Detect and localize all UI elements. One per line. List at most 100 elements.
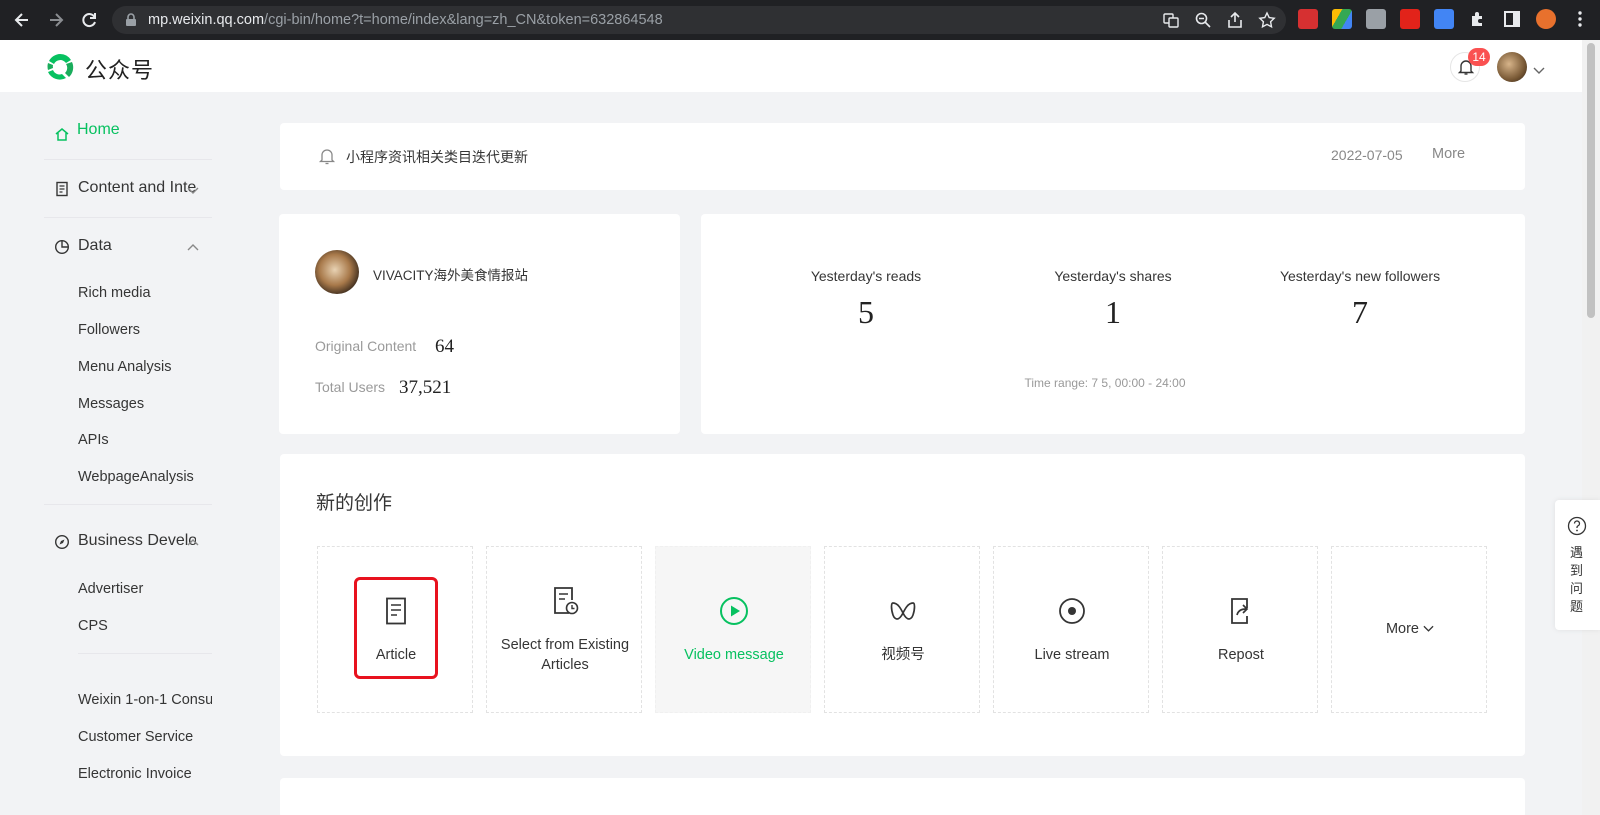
chevron-up-icon[interactable] (186, 240, 200, 254)
forward-arrow-icon[interactable] (46, 10, 66, 30)
sidebar-section-data[interactable]: Data (78, 237, 196, 255)
back-arrow-icon[interactable] (12, 10, 32, 30)
repost-tile[interactable]: Repost (1162, 546, 1318, 713)
sidebar-divider (44, 217, 212, 218)
repost-icon (1225, 595, 1257, 627)
browser-chrome: mp.weixin.qq.com/cgi-bin/home?t=home/ind… (0, 0, 1600, 40)
logo-text[interactable]: 公众号 (85, 53, 154, 85)
document-clock-icon (549, 585, 581, 617)
sidebar-divider (78, 653, 212, 654)
compass-icon (54, 534, 70, 550)
sidebar-item-menu-analysis[interactable]: Menu Analysis (78, 359, 212, 375)
chevron-down-icon[interactable] (186, 183, 200, 197)
video-message-tile[interactable]: Video message (655, 546, 811, 713)
sidebar-item-electronic-invoice[interactable]: Electronic Invoice (78, 766, 212, 782)
stat-reads-label: Yesterday's reads (810, 268, 922, 284)
time-range: Time range: 7 5, 00:00 - 24:00 (1024, 376, 1186, 390)
chevron-down-icon (1423, 625, 1434, 632)
extension-icon[interactable] (1366, 9, 1386, 29)
channels-butterfly-icon (887, 595, 919, 627)
scrollbar-thumb[interactable] (1587, 43, 1595, 318)
translate-icon[interactable] (1162, 11, 1180, 29)
profile-avatar-icon[interactable] (1536, 9, 1556, 29)
sidebar-item-rich-media[interactable]: Rich media (78, 285, 212, 301)
channels-label: 视频号 (881, 647, 925, 663)
wechat-official-logo-icon[interactable] (44, 51, 76, 83)
sidebar-item-advertiser[interactable]: Advertiser (78, 581, 212, 597)
bell-icon (318, 147, 336, 170)
sidebar-item-webpage-analysis[interactable]: WebpageAnalysis (78, 469, 212, 485)
sidebar-item-apis[interactable]: APIs (78, 432, 212, 448)
google-translate-extension-icon[interactable] (1434, 9, 1454, 29)
sidebar-item-cps[interactable]: CPS (78, 618, 212, 634)
bookmark-star-icon[interactable] (1258, 11, 1276, 29)
creation-card: 新的创作 Article Select from Existing Articl… (280, 454, 1525, 756)
share-icon[interactable] (1226, 11, 1244, 29)
article-tile[interactable]: Article (317, 546, 473, 713)
channels-tile[interactable]: 视频号 (824, 546, 980, 713)
address-bar[interactable]: mp.weixin.qq.com/cgi-bin/home?t=home/ind… (112, 6, 1286, 34)
play-circle-icon (718, 595, 750, 627)
stat-followers: Yesterday's new followers 7 (1260, 268, 1460, 331)
select-existing-articles-label: Select from Existing Articles (500, 637, 630, 673)
stat-followers-label: Yesterday's new followers (1279, 268, 1441, 284)
user-avatar[interactable] (1497, 52, 1527, 82)
stats-card: Yesterday's reads 5 Yesterday's shares 1… (701, 214, 1525, 434)
notice-date: 2022-07-05 (1331, 147, 1403, 163)
creation-title: 新的创作 (316, 493, 393, 514)
sidebar-item-home[interactable]: Home (77, 121, 120, 139)
stat-shares-label: Yesterday's shares (1054, 268, 1172, 284)
help-button[interactable]: 遇到问题 (1555, 500, 1600, 630)
sidebar-item-weixin-consultation[interactable]: Weixin 1-on-1 Consultation (78, 692, 212, 708)
help-label: 遇到问题 (1570, 545, 1584, 614)
sidebar-item-followers[interactable]: Followers (78, 322, 212, 338)
url-text: mp.weixin.qq.com/cgi-bin/home?t=home/ind… (148, 12, 663, 28)
notice-title-link[interactable]: 小程序资讯相关类目迭代更新 (346, 147, 528, 167)
notice-more-link[interactable]: More (1432, 146, 1465, 162)
account-name: VIVACITY海外美食情报站 (373, 268, 529, 283)
chevron-up-icon[interactable] (186, 535, 200, 549)
original-content-value: 64 (435, 336, 454, 357)
stat-reads-value: 5 (858, 294, 874, 330)
sidebar-divider (44, 159, 212, 160)
kebab-menu-icon[interactable] (1570, 9, 1590, 29)
chevron-down-icon[interactable] (1533, 62, 1545, 80)
side-panel-icon[interactable] (1502, 9, 1522, 29)
original-content-label: Original Content (315, 338, 417, 354)
top-header: 公众号 14 (0, 40, 1582, 92)
question-circle-icon (1567, 516, 1587, 541)
total-users-label: Total Users (315, 379, 386, 395)
stat-reads: Yesterday's reads 5 (766, 268, 966, 331)
sidebar-item-messages[interactable]: Messages (78, 396, 212, 412)
stat-followers-value: 7 (1352, 294, 1368, 330)
select-existing-articles-tile[interactable]: Select from Existing Articles (486, 546, 642, 713)
sidebar-section-business[interactable]: Business Development (78, 532, 196, 550)
home-icon (54, 126, 70, 147)
next-card (280, 778, 1525, 815)
repost-label: Repost (1218, 647, 1264, 663)
video-message-label: Video message (684, 647, 784, 663)
google-drive-extension-icon[interactable] (1332, 9, 1352, 29)
pdf-extension-icon[interactable] (1400, 9, 1420, 29)
sidebar-section-content[interactable]: Content and Interaction (78, 179, 196, 197)
account-card: VIVACITY海外美食情报站 Original Content 64 Tota… (279, 214, 680, 434)
zoom-icon[interactable] (1194, 11, 1212, 29)
stat-shares: Yesterday's shares 1 (1013, 268, 1213, 331)
reload-icon[interactable] (79, 10, 99, 30)
document-icon (54, 181, 70, 197)
pocket-extension-icon[interactable] (1298, 9, 1318, 29)
account-avatar[interactable] (315, 250, 359, 294)
more-options-label: More (1332, 621, 1488, 637)
sidebar-divider (44, 504, 212, 505)
more-options-tile[interactable]: More (1331, 546, 1487, 713)
pie-chart-icon (54, 239, 70, 255)
live-stream-label: Live stream (1034, 647, 1110, 663)
sidebar-item-customer-service[interactable]: Customer Service (78, 729, 212, 745)
highlight-box (354, 577, 438, 679)
lock-icon (124, 13, 138, 27)
puzzle-extensions-icon[interactable] (1468, 9, 1488, 29)
total-users-value: 37,521 (399, 377, 452, 398)
live-stream-tile[interactable]: Live stream (993, 546, 1149, 713)
stat-shares-value: 1 (1105, 294, 1121, 330)
live-stream-icon (1056, 595, 1088, 627)
